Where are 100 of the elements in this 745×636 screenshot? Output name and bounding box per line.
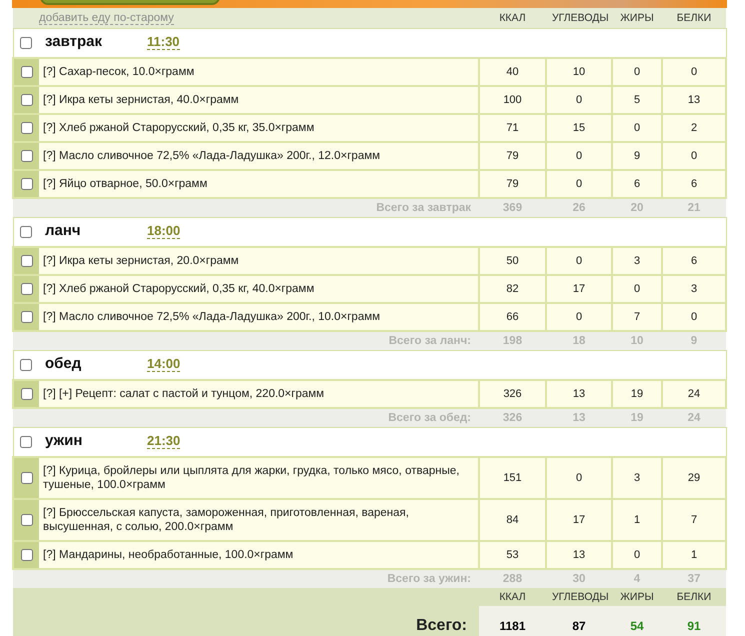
table-cell: 24 — [662, 380, 726, 408]
summary-value: 18 — [546, 331, 612, 350]
meal-time[interactable]: 21:30 — [147, 433, 180, 450]
total-value: 87 — [546, 606, 612, 636]
table-cell: 2 — [662, 114, 726, 142]
table-cell: 0 — [612, 58, 662, 86]
table-cell: 0 — [612, 541, 662, 569]
checkbox[interactable] — [20, 226, 32, 238]
table-cell: 326 — [479, 380, 546, 408]
table-cell: 0 — [546, 247, 612, 275]
summary-value: 326 — [479, 408, 546, 427]
table-cell: 0 — [662, 303, 726, 331]
checkbox[interactable] — [20, 514, 32, 526]
food-name: [?] Мандарины, необработанные, 100.0×грамм — [39, 541, 479, 569]
table-cell: 79 — [479, 142, 546, 170]
meal-time[interactable]: 11:30 — [147, 34, 180, 50]
table-cell: 84 — [479, 499, 546, 541]
food-name: [?] [+] Рецепт: салат с пастой и тунцом, 220.0×грамм — [39, 380, 479, 408]
table-cell: 40 — [479, 58, 546, 86]
summary-value: 21 — [662, 198, 726, 217]
meal-name: ужин — [45, 434, 84, 448]
column-header: УГЛЕВОДЫ — [546, 8, 612, 28]
table-cell: 17 — [546, 275, 612, 303]
table-cell: 0 — [662, 58, 726, 86]
summary-value: 198 — [479, 331, 546, 350]
table-cell: 0 — [546, 86, 612, 114]
table-cell: 0 — [662, 142, 726, 170]
table-cell: 15 — [546, 114, 612, 142]
column-header: БЕЛКИ — [662, 588, 726, 606]
food-name: [?] Масло сливочное 72,5% «Лада-Ладушка» 200г., 10.0×грамм — [39, 303, 479, 331]
table-cell: 13 — [546, 380, 612, 408]
summary-value: 26 — [546, 198, 612, 217]
table-cell: 0 — [546, 170, 612, 198]
table-cell: 53 — [479, 541, 546, 569]
summary-value: 19 — [612, 408, 662, 427]
checkbox[interactable] — [20, 548, 32, 561]
table-cell: 0 — [546, 457, 612, 499]
table-cell: 13 — [546, 541, 612, 569]
table-cell: 5 — [612, 86, 662, 114]
summary-label: Всего за обед: — [13, 408, 479, 427]
summary-value: 10 — [612, 331, 662, 350]
table-cell: 3 — [662, 275, 726, 303]
column-header: УГЛЕВОДЫ — [546, 588, 612, 606]
column-header: ЖИРЫ — [612, 8, 662, 28]
meal-name: ланч — [45, 224, 82, 238]
total-label: Всего: — [13, 606, 479, 636]
table-cell: 9 — [612, 142, 662, 170]
food-name: [?] Хлеб ржаной Старорусский, 0,35 кг, 35.0×грамм — [39, 114, 479, 142]
table-cell: 0 — [546, 303, 612, 331]
column-header: ККАЛ — [479, 8, 546, 28]
summary-label: Всего за ужин: — [13, 569, 479, 588]
add-food-link[interactable]: добавить еду по-старому — [39, 12, 174, 25]
total-value: 1181 — [479, 606, 546, 636]
checkbox[interactable] — [20, 310, 32, 323]
table-cell: 7 — [612, 303, 662, 331]
table-cell: 79 — [479, 170, 546, 198]
table-cell: 1 — [662, 541, 726, 569]
checkbox[interactable] — [20, 472, 32, 484]
table-cell: 29 — [662, 457, 726, 499]
total-value: 54 — [612, 606, 662, 636]
table-cell: 0 — [546, 142, 612, 170]
food-name: [?] Брюссельская капуста, замороженная, приготовленная, вареная, высушенная, с солью, 200.0×грамм — [39, 499, 479, 541]
table-cell: 10 — [546, 58, 612, 86]
checkbox[interactable] — [20, 282, 32, 295]
column-header: БЕЛКИ — [662, 8, 726, 28]
checkbox[interactable] — [20, 358, 32, 371]
meal-name: обед — [45, 357, 82, 372]
checkbox[interactable] — [20, 150, 32, 162]
checkbox[interactable] — [20, 254, 32, 267]
checkbox[interactable] — [20, 36, 32, 49]
food-name: [?] Хлеб ржаной Старорусский, 0,35 кг, 40.0×грамм — [39, 275, 479, 303]
food-name: [?] Курица, бройлеры или цыплята для жарки, грудка, только мясо, отварные, тушеные, 100.0×грамм — [39, 457, 479, 499]
table-cell: 6 — [612, 170, 662, 198]
table-cell: 13 — [662, 86, 726, 114]
table-cell: 6 — [662, 247, 726, 275]
checkbox[interactable] — [20, 436, 32, 448]
table-cell: 82 — [479, 275, 546, 303]
meal-time[interactable]: 14:00 — [147, 356, 180, 372]
summary-value: 20 — [612, 198, 662, 217]
checkbox[interactable] — [20, 122, 32, 134]
table-cell: 100 — [479, 86, 546, 114]
table-cell: 1 — [612, 499, 662, 541]
checkbox[interactable] — [20, 94, 32, 106]
table-cell: 7 — [662, 499, 726, 541]
checkbox[interactable] — [20, 178, 32, 190]
table-cell: 3 — [612, 457, 662, 499]
meal-time[interactable]: 18:00 — [147, 223, 180, 240]
table-cell: 66 — [479, 303, 546, 331]
summary-value: 30 — [546, 569, 612, 588]
table-cell: 19 — [612, 380, 662, 408]
column-header: ЖИРЫ — [612, 588, 662, 606]
food-name: [?] Икра кеты зернистая, 40.0×грамм — [39, 86, 479, 114]
checkbox[interactable] — [20, 388, 32, 400]
table-cell: 17 — [546, 499, 612, 541]
table-cell: 151 — [479, 457, 546, 499]
summary-value: 369 — [479, 198, 546, 217]
summary-value: 4 — [612, 569, 662, 588]
column-header: ККАЛ — [479, 588, 546, 606]
checkbox[interactable] — [20, 66, 32, 78]
summary-value: 9 — [662, 331, 726, 350]
